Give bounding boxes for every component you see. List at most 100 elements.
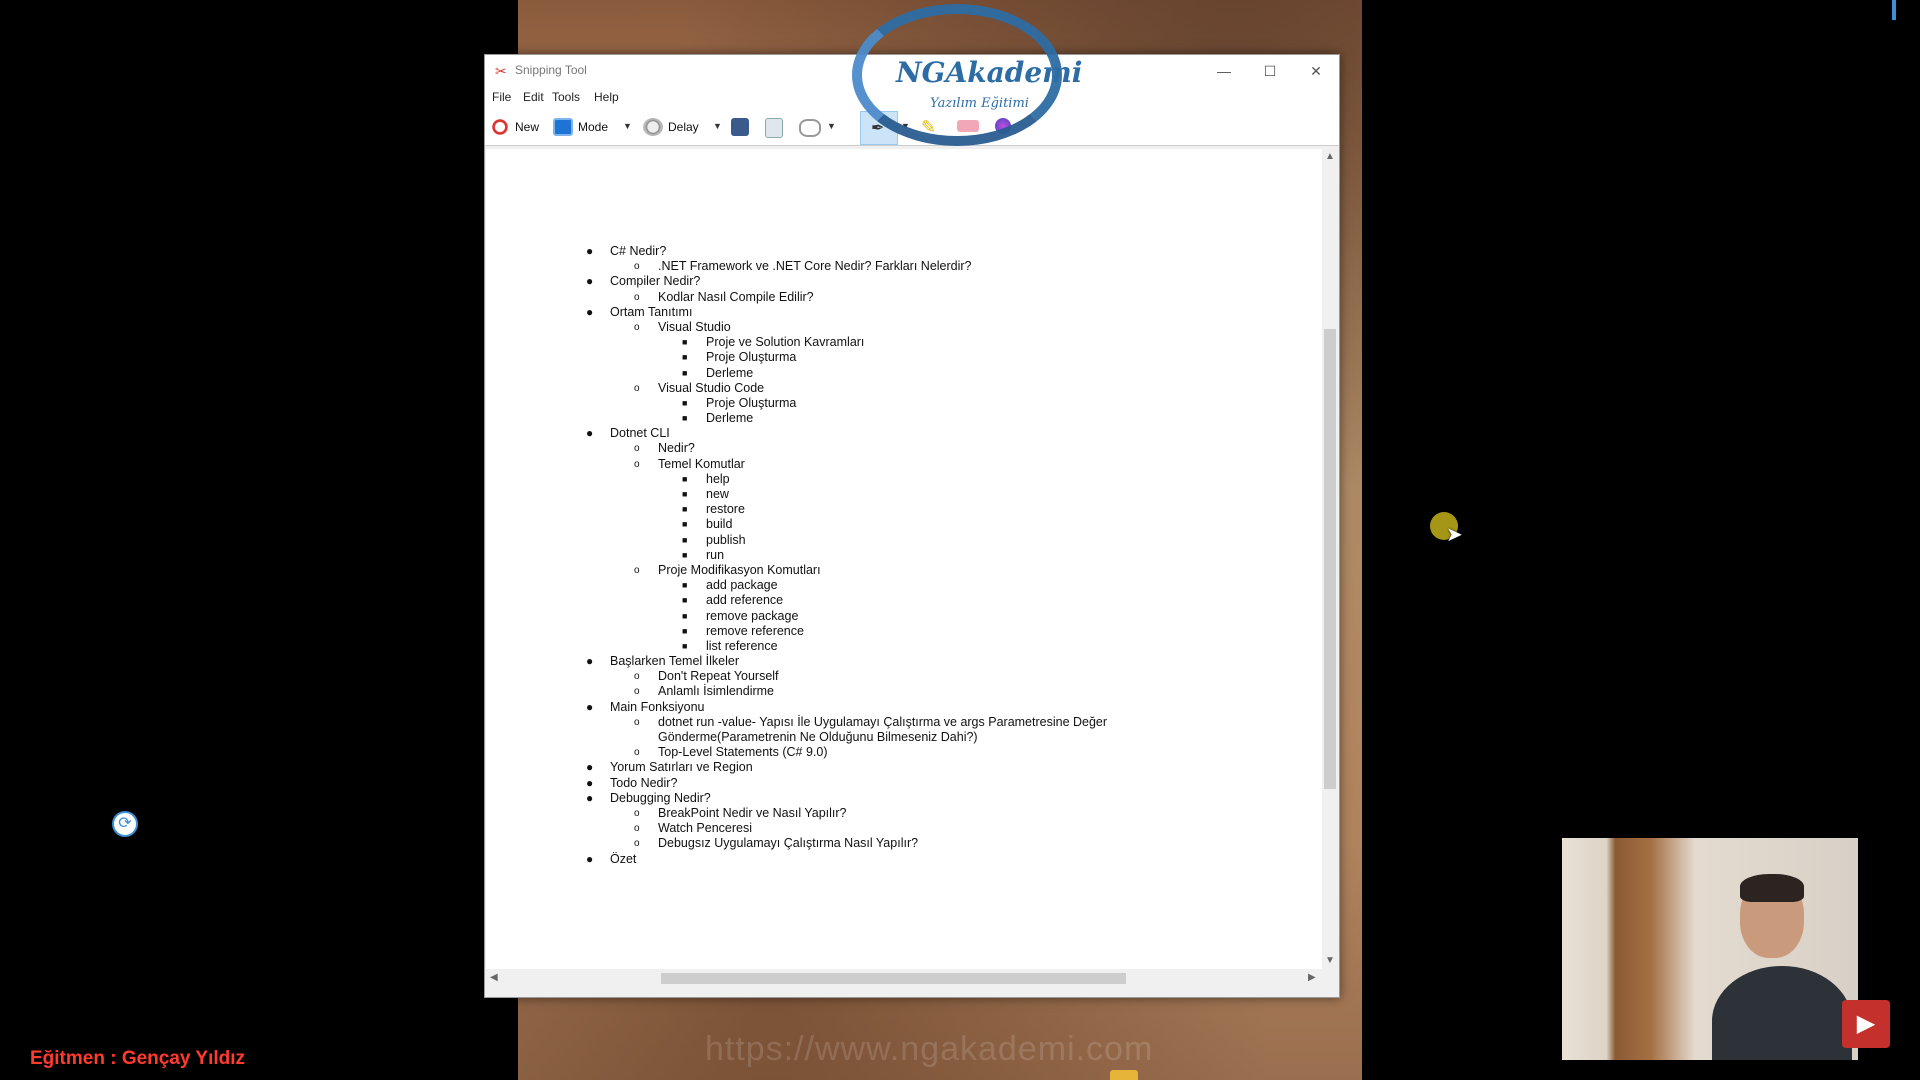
- outline-text: Temel Komutlar: [658, 456, 745, 471]
- outline-text: Visual Studio Code: [658, 380, 765, 395]
- watermark-url: https://www.ngakademi.com: [705, 1030, 1154, 1068]
- bullet-icon: ■: [682, 610, 688, 621]
- copy-icon[interactable]: [765, 118, 783, 138]
- outline-text: Proje Oluşturma: [706, 395, 797, 410]
- youtube-icon[interactable]: ▶: [1842, 1000, 1890, 1048]
- outline-text: add package: [706, 578, 778, 593]
- scroll-right-icon[interactable]: ▶: [1308, 972, 1316, 983]
- outline-text: remove reference: [706, 623, 804, 638]
- new-button[interactable]: New: [490, 115, 539, 139]
- bullet-icon: ●: [586, 775, 594, 790]
- mode-button[interactable]: Mode: [553, 115, 608, 139]
- bullet-icon: o: [634, 321, 640, 333]
- webcam-overlay: [1562, 838, 1858, 1060]
- outline-text: Derleme: [706, 365, 754, 380]
- bullet-icon: o: [634, 564, 640, 576]
- bullet-icon: ■: [682, 640, 688, 651]
- outline-text: Debugsız Uygulamayı Çalıştırma Nasıl Yap…: [658, 836, 919, 851]
- bullet-icon: ■: [682, 580, 688, 591]
- minimize-button[interactable]: —: [1201, 55, 1247, 87]
- snipping-tool-window: ✂ Snipping Tool — ☐ ✕ File Edit Tools He…: [484, 54, 1340, 998]
- outline-text: Özet: [610, 851, 637, 866]
- outline-text: Ortam Tanıtımı: [610, 304, 693, 319]
- bullet-icon: o: [634, 838, 640, 850]
- vertical-scrollbar[interactable]: ▲ ▼: [1322, 149, 1338, 969]
- outline-text: Top-Level Statements (C# 9.0): [658, 745, 828, 760]
- new-snip-icon: [490, 118, 510, 136]
- bullet-icon: o: [634, 458, 640, 470]
- delay-dropdown-arrow[interactable]: ▼: [713, 121, 722, 131]
- scissors-icon: ✂: [495, 63, 507, 79]
- logo-name: NGAkademi: [896, 56, 1083, 89]
- clock-icon: [643, 118, 663, 136]
- window-title: Snipping Tool: [515, 63, 587, 77]
- outline-text: Kodlar Nasıl Compile Edilir?: [658, 289, 814, 304]
- bullet-icon: ●: [586, 426, 594, 441]
- delay-label: Delay: [668, 120, 699, 134]
- bullet-icon: o: [634, 716, 640, 728]
- send-snip-icon[interactable]: [799, 119, 821, 137]
- bullet-icon: ●: [586, 244, 594, 258]
- outline-text: C# Nedir?: [610, 244, 667, 258]
- outline-text: list reference: [706, 638, 778, 653]
- outline-text: Derleme: [706, 411, 754, 426]
- outline-text: Main Fonksiyonu: [610, 699, 705, 714]
- maximize-button[interactable]: ☐: [1247, 55, 1293, 87]
- bullet-icon: ●: [586, 274, 594, 289]
- bullet-icon: o: [634, 382, 640, 394]
- scroll-left-icon[interactable]: ◀: [490, 972, 498, 983]
- menu-edit[interactable]: Edit: [523, 90, 544, 104]
- outline-text: Gönderme(Parametrenin Ne Olduğunu Bilmes…: [658, 730, 978, 744]
- menu-help[interactable]: Help: [594, 90, 619, 104]
- outline-text: Watch Penceresi: [658, 821, 753, 836]
- lock-icon: [1110, 1070, 1138, 1080]
- horizontal-scroll-thumb[interactable]: [661, 973, 1126, 984]
- bullet-icon: o: [634, 686, 640, 698]
- instructor-caption: Eğitmen : Gençay Yıldız: [30, 1048, 246, 1069]
- bullet-icon: ●: [586, 699, 594, 714]
- bullet-icon: ■: [682, 489, 688, 499]
- menu-tools[interactable]: Tools: [552, 90, 580, 104]
- mode-dropdown-arrow[interactable]: ▼: [623, 121, 632, 131]
- bullet-icon: ●: [586, 304, 594, 319]
- vertical-scroll-thumb[interactable]: [1324, 329, 1336, 789]
- bullet-icon: ●: [586, 654, 594, 669]
- scroll-up-icon[interactable]: ▲: [1325, 151, 1335, 162]
- outline-text: Proje Oluşturma: [706, 350, 797, 365]
- save-icon[interactable]: [731, 118, 749, 136]
- bullet-icon: o: [634, 443, 640, 455]
- sync-icon[interactable]: ⟳: [112, 811, 138, 837]
- outline-text: Proje ve Solution Kavramları: [706, 335, 865, 350]
- delay-button[interactable]: Delay: [643, 115, 699, 139]
- send-dropdown-arrow[interactable]: ▼: [827, 121, 836, 131]
- outline-text: Dotnet CLI: [610, 426, 670, 441]
- bullet-icon: o: [634, 671, 640, 683]
- outline-text: Visual Studio: [658, 319, 731, 334]
- logo-tagline: Yazılım Eğitimi: [930, 96, 1029, 111]
- bullet-icon: o: [634, 807, 640, 819]
- bullet-icon: ●: [586, 851, 594, 866]
- snip-canvas[interactable]: ● C# Nedir? o .NET Framework ve .NET Core N…: [486, 149, 1322, 969]
- mouse-pointer-icon: ➤: [1446, 524, 1463, 546]
- bullet-icon: ■: [682, 352, 688, 363]
- bullet-icon: o: [634, 291, 640, 303]
- outline-text: remove package: [706, 608, 799, 623]
- horizontal-scrollbar[interactable]: ◀ ▶: [486, 969, 1322, 987]
- bullet-icon: ■: [682, 549, 688, 560]
- outline-text: publish: [706, 532, 746, 547]
- bullet-icon: ■: [682, 337, 688, 348]
- bullet-icon: ■: [682, 534, 688, 545]
- outline-text: help: [706, 471, 730, 486]
- bullet-icon: ■: [682, 504, 688, 515]
- bullet-icon: ■: [682, 519, 688, 530]
- close-button[interactable]: ✕: [1293, 55, 1339, 87]
- outline-text: dotnet run -value- Yapısı İle Uygulamayı…: [658, 714, 1108, 729]
- scroll-down-icon[interactable]: ▼: [1325, 955, 1335, 966]
- bullet-icon: ●: [586, 790, 594, 805]
- outline-text: Anlamlı İsimlendirme: [658, 684, 775, 699]
- outline-text: Debugging Nedir?: [610, 790, 711, 805]
- outline-text: add reference: [706, 593, 784, 608]
- menu-file[interactable]: File: [492, 90, 511, 104]
- outline-text: .NET Framework ve .NET Core Nedir? Farkl…: [658, 259, 972, 274]
- bullet-icon: o: [634, 261, 640, 273]
